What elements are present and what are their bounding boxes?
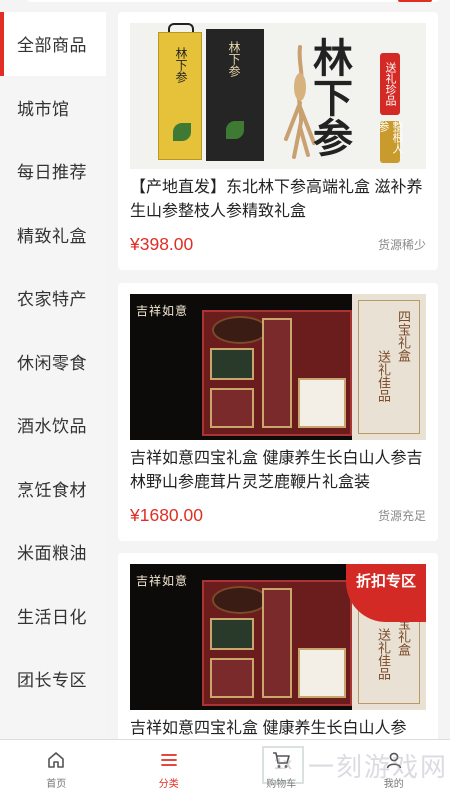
ginseng-calligraphy: 林下参 <box>306 37 353 157</box>
brand-logo: 吉祥如意 <box>136 574 189 588</box>
brand-logo: 吉祥如意 <box>136 304 189 318</box>
product-price: ¥398.00 <box>130 233 194 254</box>
product-footer: ¥1680.00 货源充足 <box>130 495 426 535</box>
tab-label: 我的 <box>383 779 404 790</box>
home-icon <box>45 749 67 771</box>
dark-gift-box: 林下参 <box>206 29 264 161</box>
box-label: 林下参 <box>174 47 188 83</box>
sidebar-item-drinks[interactable]: 酒水饮品 <box>0 393 106 457</box>
gold-gift-box: 林下参 <box>158 32 202 160</box>
stock-status: 货源充足 <box>377 508 426 523</box>
whole-root-badge: 整根人参 <box>377 121 403 163</box>
product-image[interactable]: 林下参 林下参 林下参 送礼珍品 整根人参 <box>130 23 426 169</box>
tray-slot <box>210 348 254 380</box>
box-label: 林下参 <box>227 41 241 77</box>
search-accent <box>398 0 432 2</box>
tray-slot <box>210 388 254 428</box>
gift-box-lid: 四宝礼盒 送礼佳品 <box>352 294 426 440</box>
tab-home[interactable]: 首页 <box>0 740 113 800</box>
sidebar-item-label: 农家特产 <box>17 290 87 310</box>
cart-icon <box>270 749 292 771</box>
sidebar-item-label: 生活日化 <box>17 607 87 627</box>
leaf-decoration <box>226 121 244 139</box>
product-image[interactable]: 吉祥如意 四宝礼盒 送礼佳品 <box>130 294 426 440</box>
sidebar-item-all-products[interactable]: 全部商品 <box>0 12 106 76</box>
gift-box-tray <box>202 580 352 706</box>
product-footer: ¥398.00 货源稀少 <box>130 224 426 264</box>
gift-badge: 送礼珍品 <box>380 53 400 115</box>
sidebar-item-label: 城市馆 <box>17 99 70 119</box>
sidebar-item-city-pavilion[interactable]: 城市馆 <box>0 76 106 140</box>
product-price: ¥1680.00 <box>130 504 203 525</box>
lingzhi-item <box>212 316 268 344</box>
category-sidebar: 全部商品 城市馆 每日推荐 精致礼盒 农家特产 休闲零食 酒水饮品 烹饪食材 米… <box>0 12 106 739</box>
top-bar <box>0 0 450 12</box>
sidebar-item-cooking-ingredients[interactable]: 烹饪食材 <box>0 457 106 521</box>
tray-slot <box>210 658 254 698</box>
sidebar-item-group-leader[interactable]: 团长专区 <box>0 647 106 711</box>
tab-profile[interactable]: 我的 <box>338 740 450 800</box>
tab-label: 分类 <box>158 779 179 790</box>
tray-slot <box>298 648 346 698</box>
stock-status: 货源稀少 <box>377 237 426 252</box>
ginseng-slot <box>262 318 292 428</box>
gift-box-tray <box>202 310 352 436</box>
search-bar[interactable] <box>24 0 442 2</box>
tab-label: 首页 <box>46 779 67 790</box>
product-card[interactable]: 林下参 林下参 林下参 送礼珍品 整根人参 【产地直发】东北林下参高端礼盒 滋补… <box>118 12 438 270</box>
sidebar-item-label: 每日推荐 <box>17 163 87 183</box>
sidebar-item-rice-flour-oil[interactable]: 米面粮油 <box>0 520 106 584</box>
sidebar-item-label: 精致礼盒 <box>17 226 87 246</box>
tab-category[interactable]: 分类 <box>113 740 226 800</box>
product-card[interactable]: 吉祥如意 四宝礼盒 送礼佳品 折扣专区 吉祥如意四宝礼盒 健康养生长白山人参 <box>118 553 438 739</box>
product-title[interactable]: 吉祥如意四宝礼盒 健康养生长白山人参吉林野山参鹿茸片灵芝鹿鞭片礼盒装 <box>130 447 426 495</box>
tab-label: 购物车 <box>266 779 297 790</box>
tray-slot <box>298 378 346 428</box>
app-root: 全部商品 城市馆 每日推荐 精致礼盒 农家特产 休闲零食 酒水饮品 烹饪食材 米… <box>0 0 450 800</box>
sidebar-item-label: 酒水饮品 <box>17 417 87 437</box>
user-icon <box>383 749 405 771</box>
sidebar-item-gift-boxes[interactable]: 精致礼盒 <box>0 203 106 267</box>
lid-text: 送礼佳品 <box>375 350 390 402</box>
leaf-decoration <box>173 123 191 141</box>
product-card[interactable]: 吉祥如意 四宝礼盒 送礼佳品 吉祥如意四宝礼盒 健康养生长白山人参吉林野山参鹿茸… <box>118 283 438 541</box>
lid-text: 送礼佳品 <box>375 628 390 680</box>
lingzhi-item <box>212 586 268 614</box>
product-list: 林下参 林下参 林下参 送礼珍品 整根人参 【产地直发】东北林下参高端礼盒 滋补… <box>106 12 450 739</box>
sidebar-item-label: 全部商品 <box>17 36 87 56</box>
sidebar-item-label: 烹饪食材 <box>17 480 87 500</box>
sidebar-item-farm-specialties[interactable]: 农家特产 <box>0 266 106 330</box>
sidebar-item-daily-picks[interactable]: 每日推荐 <box>0 139 106 203</box>
ginseng-slot <box>262 588 292 698</box>
product-title[interactable]: 吉祥如意四宝礼盒 健康养生长白山人参 <box>130 717 426 739</box>
category-icon <box>158 749 180 771</box>
tray-slot <box>210 618 254 650</box>
lid-text: 四宝礼盒 <box>395 310 410 362</box>
tab-cart[interactable]: 购物车 <box>225 740 338 800</box>
sidebar-item-label: 团长专区 <box>17 671 87 691</box>
sidebar-item-label: 米面粮油 <box>17 544 87 564</box>
sidebar-item-snacks[interactable]: 休闲零食 <box>0 330 106 394</box>
sidebar-item-daily-goods[interactable]: 生活日化 <box>0 584 106 648</box>
bottom-tab-bar: 首页 分类 购物车 我的 <box>0 739 450 800</box>
product-title[interactable]: 【产地直发】东北林下参高端礼盒 滋补养生山参整枝人参精致礼盒 <box>130 176 426 224</box>
product-image[interactable]: 吉祥如意 四宝礼盒 送礼佳品 折扣专区 <box>130 564 426 710</box>
sidebar-item-label: 休闲零食 <box>17 353 87 373</box>
